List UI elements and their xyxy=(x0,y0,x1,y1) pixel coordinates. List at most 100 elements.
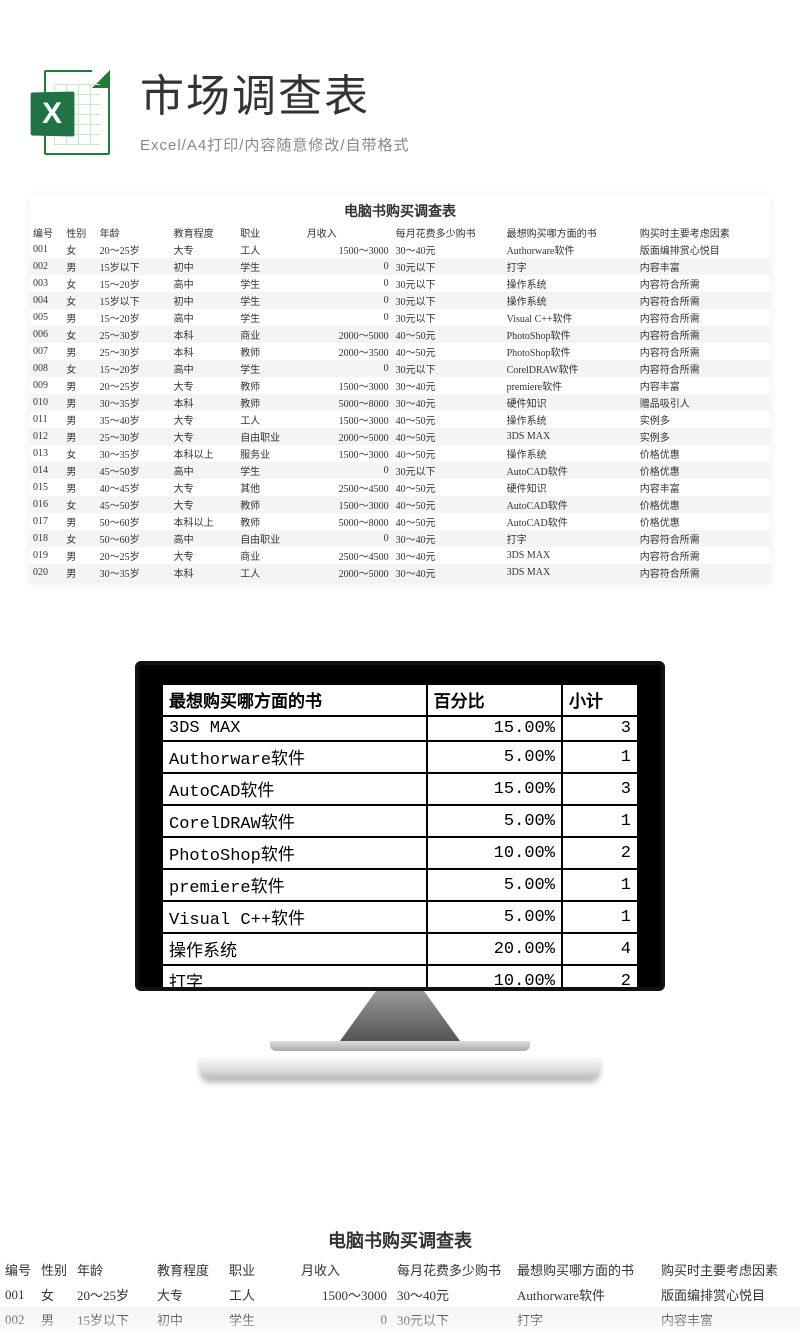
table-cell: 016 xyxy=(30,496,63,513)
summary-count: 2 xyxy=(562,837,638,869)
table-cell: 实例多 xyxy=(637,411,770,428)
table-row: 002男15岁以下初中学生030元以下打字内容丰富 xyxy=(30,258,770,275)
table-cell: 本科以上 xyxy=(171,513,238,530)
table-cell: 赠品吸引人 xyxy=(637,394,770,411)
table-cell: 019 xyxy=(30,547,63,564)
table-cell: 学生 xyxy=(237,462,304,479)
column-header: 编号 xyxy=(30,224,63,241)
table-cell: 女 xyxy=(63,275,96,292)
table-cell: 20～25岁 xyxy=(72,1282,152,1307)
table-cell: 001 xyxy=(30,241,63,258)
table-cell: 30～35岁 xyxy=(97,564,171,581)
column-header: 购买时主要考虑因素 xyxy=(656,1257,800,1282)
table-cell: 学生 xyxy=(237,258,304,275)
table-cell: 1500～3000 xyxy=(304,377,393,394)
table-cell: 本科 xyxy=(171,564,238,581)
table-cell: 30元以下 xyxy=(392,1307,512,1332)
table-cell: 20～25岁 xyxy=(97,377,171,394)
column-header: 职业 xyxy=(224,1257,296,1282)
table-cell: 30～40元 xyxy=(393,394,504,411)
table-cell: PhotoShop软件 xyxy=(504,326,637,343)
table-cell: 15～20岁 xyxy=(97,275,171,292)
table-cell: 本科 xyxy=(171,343,238,360)
table-cell: 0 xyxy=(304,258,393,275)
table-cell: 008 xyxy=(30,360,63,377)
table-row: 009男20～25岁大专教师1500～300030～40元premiere软件内… xyxy=(30,377,770,394)
table-cell: 男 xyxy=(63,343,96,360)
table-cell: 0 xyxy=(304,292,393,309)
table-cell: 教师 xyxy=(237,496,304,513)
table-row: 004女15岁以下初中学生030元以下操作系统内容符合所需 xyxy=(30,292,770,309)
summary-count: 1 xyxy=(562,901,638,933)
table-cell: 内容符合所需 xyxy=(637,309,770,326)
table-cell: 工人 xyxy=(237,564,304,581)
summary-count: 1 xyxy=(562,741,638,773)
table-cell: 2000～5000 xyxy=(304,326,393,343)
summary-pct: 10.00% xyxy=(427,837,562,869)
table-cell: 工人 xyxy=(224,1282,296,1307)
table-cell: 内容符合所需 xyxy=(637,343,770,360)
table-row: 006女25～30岁本科商业2000～500040～50元PhotoShop软件… xyxy=(30,326,770,343)
table-cell: 女 xyxy=(63,326,96,343)
table-cell: 高中 xyxy=(152,1332,224,1339)
column-header: 购买时主要考虑因素 xyxy=(637,224,770,241)
table-cell: 30～40元 xyxy=(392,1282,512,1307)
table-cell: AutoCAD软件 xyxy=(504,462,637,479)
table-row: 013女30～35岁本科以上服务业1500～300040～50元操作系统价格优惠 xyxy=(30,445,770,462)
summary-pct: 10.00% xyxy=(427,965,562,991)
table-cell: 002 xyxy=(0,1307,36,1332)
table-cell: 003 xyxy=(0,1332,36,1339)
table-cell: 020 xyxy=(30,564,63,581)
table-cell: 40～50元 xyxy=(393,479,504,496)
table-cell: 商业 xyxy=(237,326,304,343)
table-cell: 本科 xyxy=(171,326,238,343)
monitor-stand xyxy=(340,991,460,1041)
summary-name: PhotoShop软件 xyxy=(162,837,427,869)
table-cell: 1500～3000 xyxy=(304,411,393,428)
table-cell: 40～50元 xyxy=(393,428,504,445)
table-row: 019男20～25岁大专商业2500～450030～40元3DS MAX内容符合… xyxy=(30,547,770,564)
table-cell: 内容符合所需 xyxy=(637,292,770,309)
table-cell: 40～50元 xyxy=(393,445,504,462)
summary-pct: 5.00% xyxy=(427,869,562,901)
column-header: 月收入 xyxy=(296,1257,392,1282)
table-cell: 011 xyxy=(30,411,63,428)
summary-pct: 15.00% xyxy=(427,716,562,741)
table-cell: Visual C++软件 xyxy=(504,309,637,326)
summary-pct: 5.00% xyxy=(427,901,562,933)
table-cell: 15岁以下 xyxy=(97,258,171,275)
table-cell: 0 xyxy=(296,1332,392,1339)
summary-header: 最想购买哪方面的书 xyxy=(162,684,427,716)
table-cell: 30～40元 xyxy=(393,530,504,547)
summary-name: AutoCAD软件 xyxy=(162,773,427,805)
table-cell: 女 xyxy=(63,360,96,377)
table-cell: 操作系统 xyxy=(504,445,637,462)
table-cell: 1500～3000 xyxy=(304,241,393,258)
table-cell: 教师 xyxy=(237,343,304,360)
keyboard-icon xyxy=(200,1057,600,1079)
summary-row: 操作系统20.00%4 xyxy=(162,933,638,965)
table-cell: 大专 xyxy=(171,547,238,564)
summary-pct: 5.00% xyxy=(427,805,562,837)
table-cell: 20～25岁 xyxy=(97,241,171,258)
table-cell: 30～40元 xyxy=(393,564,504,581)
table-cell: 其他 xyxy=(237,479,304,496)
table-cell: 高中 xyxy=(171,309,238,326)
table-cell: 男 xyxy=(63,547,96,564)
table-cell: 男 xyxy=(63,394,96,411)
table-cell: 内容符合所需 xyxy=(637,275,770,292)
summary-count: 3 xyxy=(562,716,638,741)
summary-count: 3 xyxy=(562,773,638,805)
table-cell: 男 xyxy=(63,462,96,479)
table-cell: 25～30岁 xyxy=(97,428,171,445)
excel-icon: X xyxy=(30,70,110,155)
table-cell: 大专 xyxy=(171,377,238,394)
table-row: 016女45～50岁大专教师1500～300040～50元AutoCAD软件价格… xyxy=(30,496,770,513)
table-cell: 男 xyxy=(63,258,96,275)
table-cell: 007 xyxy=(30,343,63,360)
table-row: 011男35～40岁大专工人1500～300040～50元操作系统实例多 xyxy=(30,411,770,428)
survey-table: 编号性别年龄教育程度职业月收入每月花费多少购书最想购买哪方面的书购买时主要考虑因… xyxy=(30,224,770,581)
summary-count: 1 xyxy=(562,805,638,837)
table-cell: 0 xyxy=(304,309,393,326)
table-cell: 男 xyxy=(63,309,96,326)
